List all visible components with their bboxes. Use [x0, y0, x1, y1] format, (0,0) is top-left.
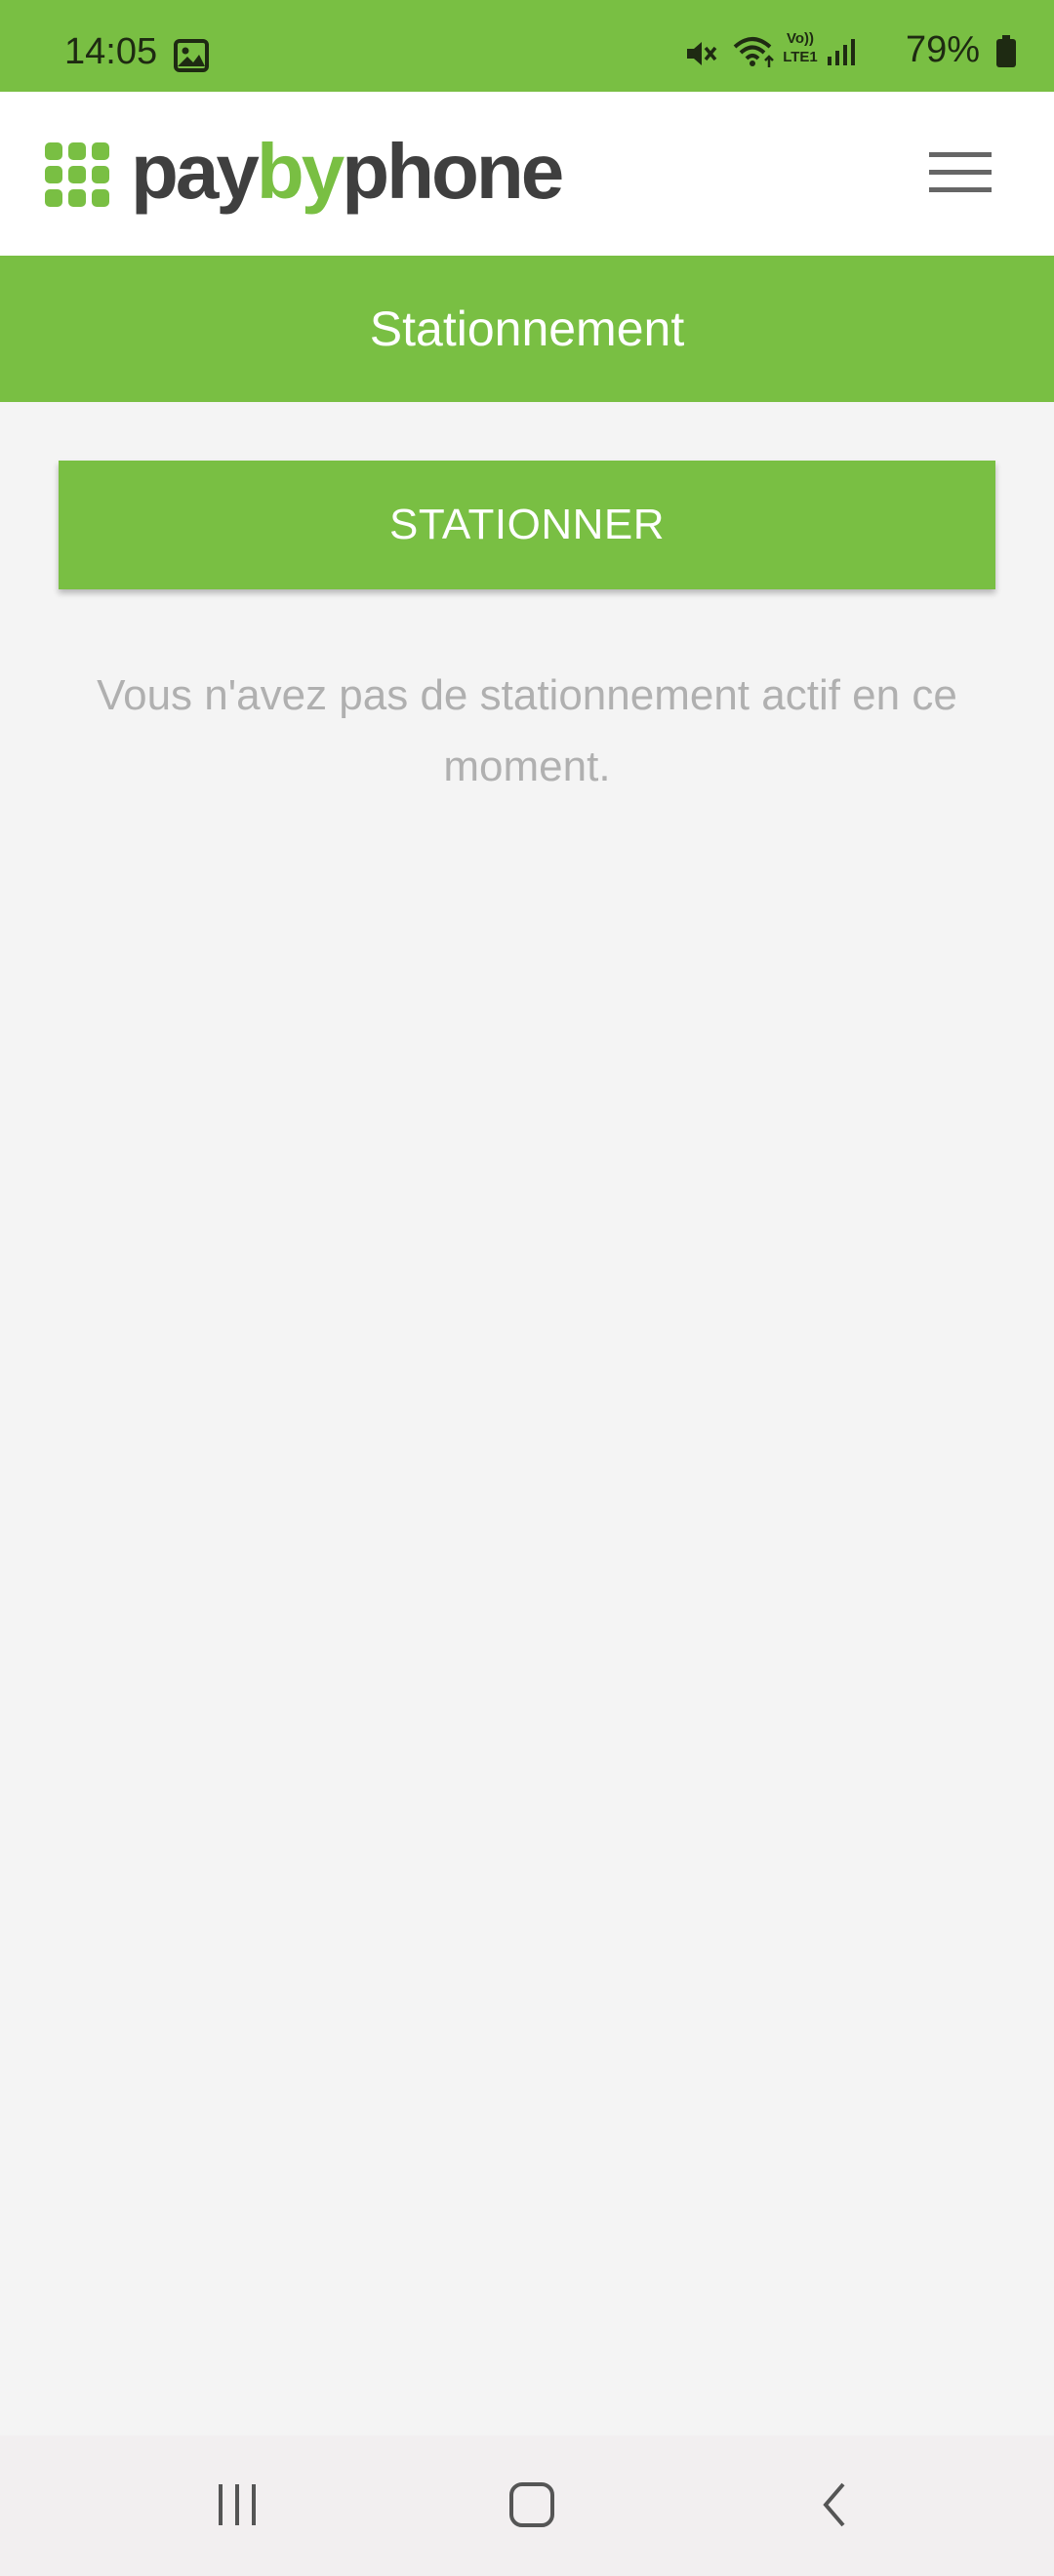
title-bar: Stationnement — [0, 256, 1054, 402]
no-active-parking-message: Vous n'avez pas de stationnement actif e… — [97, 671, 957, 790]
paybyphone-logo-text: paybyphone — [131, 133, 564, 211]
park-button[interactable]: STATIONNER — [59, 461, 995, 589]
system-nav-bar — [0, 2435, 1054, 2576]
back-icon[interactable] — [812, 2480, 861, 2534]
battery-percent: 79% — [905, 29, 980, 70]
wifi-icon — [732, 35, 777, 73]
status-time: 14:05 — [64, 31, 158, 72]
page-title: Stationnement — [369, 302, 685, 356]
home-icon[interactable] — [507, 2480, 556, 2534]
recents-icon[interactable] — [213, 2480, 262, 2534]
volte-icon: Vo)) LTE1 — [781, 29, 820, 66]
status-bar: 14:05 Vo)) LTE1 79% — [0, 0, 1054, 92]
hamburger-menu-icon[interactable] — [929, 150, 992, 195]
logo-phone: phone — [342, 128, 564, 215]
volte-label-bottom: LTE1 — [783, 49, 818, 65]
mute-icon — [685, 39, 718, 73]
app-header: paybyphone — [0, 92, 1054, 256]
battery-icon — [995, 35, 1017, 73]
signal-icon — [826, 37, 859, 71]
paybyphone-logo-icon — [45, 142, 109, 212]
logo-pay: pay — [131, 128, 260, 215]
gallery-icon — [174, 39, 209, 77]
volte-label-top: Vo)) — [786, 30, 815, 47]
logo-by: by — [256, 128, 345, 215]
